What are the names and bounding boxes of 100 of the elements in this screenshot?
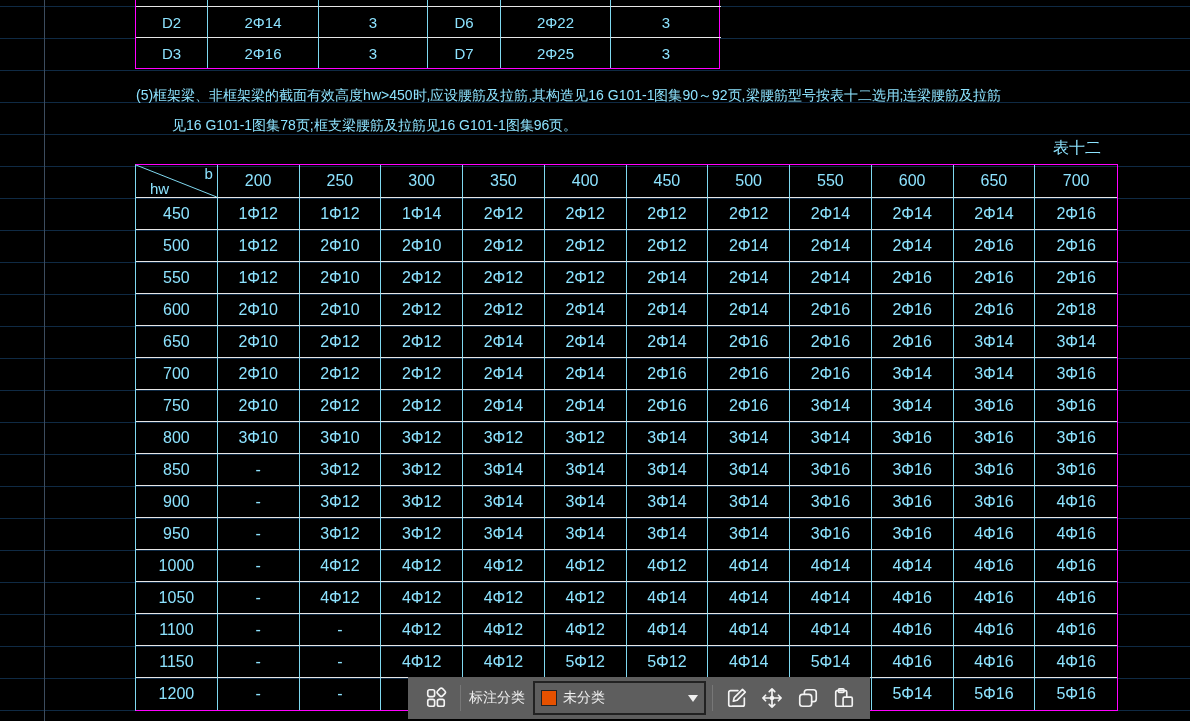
table-cell: 2Φ16 [871, 262, 954, 294]
table-cell: 2Φ14 [871, 230, 954, 262]
table-cell: 4Φ16 [1035, 486, 1117, 518]
table-cell: 3Φ16 [1035, 390, 1117, 422]
table-cell: 2Φ10 [217, 358, 300, 390]
table-cell: 2Φ16 [953, 262, 1036, 294]
table-cell: 4Φ12 [544, 582, 627, 614]
column-header: 300 [381, 165, 463, 198]
table-cell: 3 [611, 37, 721, 68]
table-cell: 2Φ14 [626, 326, 709, 358]
row-header: 1000 [136, 550, 218, 582]
table-cell: 3 [611, 6, 721, 37]
table-cell: - [299, 646, 382, 678]
table-cell: 2Φ16 [953, 294, 1036, 326]
table-cell: 2Φ14 [544, 294, 627, 326]
table-cell: 4Φ12 [463, 582, 545, 614]
table-cell: 2Φ12 [544, 198, 627, 230]
table-cell: 2Φ16 [708, 390, 790, 422]
table-cell: D2 [136, 6, 208, 37]
table-cell: 3Φ12 [381, 454, 463, 486]
table-cell: 4Φ16 [1035, 550, 1117, 582]
table-cell: - [217, 550, 300, 582]
move-icon[interactable] [760, 685, 785, 711]
table-cell: 3Φ14 [463, 486, 545, 518]
table-cell: 4Φ14 [871, 550, 954, 582]
table-cell: 4Φ16 [871, 614, 954, 646]
table-cell: 4Φ14 [708, 614, 790, 646]
row-header: 950 [136, 518, 218, 550]
table-cell: - [217, 486, 300, 518]
table-cell: 1Φ12 [299, 198, 382, 230]
table-cell: 2Φ14 [790, 230, 872, 262]
table-cell: 4Φ12 [463, 614, 545, 646]
table-cell: 2Φ12 [299, 358, 382, 390]
table-cell: 2Φ16 [790, 294, 872, 326]
category-dropdown[interactable]: 未分类 [532, 681, 706, 715]
row-header: 850 [136, 454, 218, 486]
note-text: (5)框架梁、非框架梁的截面有效高度hw>450时,应设腰筋及拉筋,其构造见16 G101-1图集90～92页,梁腰筋型号按表十二选用;连梁腰筋及拉筋 [136, 86, 1002, 104]
table-cell: 4Φ12 [544, 614, 627, 646]
table-cell: 3Φ14 [871, 358, 954, 390]
table-cell: 2Φ10 [217, 326, 300, 358]
table-cell: 2Φ12 [463, 294, 545, 326]
table-cell: - [217, 678, 300, 710]
table-cell: 3Φ12 [463, 422, 545, 454]
table-cell: 3Φ16 [1035, 454, 1117, 486]
table-cell: 2Φ14 [626, 262, 709, 294]
table-cell: 3Φ14 [626, 454, 709, 486]
table-cell: 5Φ16 [953, 678, 1036, 710]
axis-label: hw [150, 181, 170, 196]
table-cell: - [217, 614, 300, 646]
table-cell: 3Φ12 [544, 422, 627, 454]
column-header: 250 [299, 165, 382, 198]
table-cell: 1Φ12 [217, 230, 300, 262]
table-cell: 3Φ14 [463, 518, 545, 550]
table-cell: 3Φ14 [708, 486, 790, 518]
column-header: 650 [953, 165, 1036, 198]
table-cell: 3Φ14 [626, 422, 709, 454]
table-cell: D3 [136, 37, 208, 68]
table-cell: 4Φ12 [381, 550, 463, 582]
table-cell: 2Φ10 [299, 230, 382, 262]
table-cell: 3Φ16 [790, 518, 872, 550]
table-cell: 2Φ14 [953, 198, 1036, 230]
table-cell: 3Φ10 [217, 422, 300, 454]
table-cell: 2Φ12 [381, 390, 463, 422]
table-cell: 3Φ16 [953, 454, 1036, 486]
table-cell: 2Φ12 [463, 230, 545, 262]
table-cell: 2Φ14 [708, 230, 790, 262]
table-cell: 3Φ16 [790, 454, 872, 486]
table-cell: 2Φ16 [1035, 198, 1117, 230]
table-cell: 2Φ16 [708, 358, 790, 390]
table-cell: 4Φ12 [544, 550, 627, 582]
table-cell: 3Φ12 [299, 454, 382, 486]
table-cell: 3Φ16 [953, 390, 1036, 422]
table-cell: 2Φ16 [871, 326, 954, 358]
table-cell: 2Φ10 [217, 390, 300, 422]
table-cell: 2Φ16 [871, 294, 954, 326]
table-cell: 2Φ16 [626, 390, 709, 422]
table-cell: 2Φ10 [381, 230, 463, 262]
table-cell: 2Φ22 [501, 6, 611, 37]
table-cell: 3Φ14 [953, 326, 1036, 358]
row-header: 1050 [136, 582, 218, 614]
table-cell: 4Φ12 [626, 550, 709, 582]
table-cell: 2Φ12 [381, 358, 463, 390]
table-cell: 2Φ14 [463, 358, 545, 390]
note-text: 见16 G101-1图集78页;框支梁腰筋及拉筋见16 G101-1图集96页。 [172, 116, 578, 134]
table-cell: 3Φ14 [790, 390, 872, 422]
table-cell: D7 [428, 37, 501, 68]
table-cell: 4Φ14 [626, 582, 709, 614]
table-cell: 4Φ12 [381, 614, 463, 646]
table-cell: 3Φ16 [1035, 422, 1117, 454]
column-header: 450 [626, 165, 709, 198]
row-header: 1200 [136, 678, 218, 710]
table-cell: 4Φ16 [953, 646, 1036, 678]
table-cell: - [217, 582, 300, 614]
table-cell: 2Φ16 [790, 358, 872, 390]
table-cell: 2Φ14 [544, 326, 627, 358]
table-cell: 3Φ14 [544, 454, 627, 486]
row-header: 600 [136, 294, 218, 326]
table-cell: 3Φ12 [381, 486, 463, 518]
table-cell: 3Φ16 [871, 518, 954, 550]
table-cell: 5Φ14 [871, 678, 954, 710]
